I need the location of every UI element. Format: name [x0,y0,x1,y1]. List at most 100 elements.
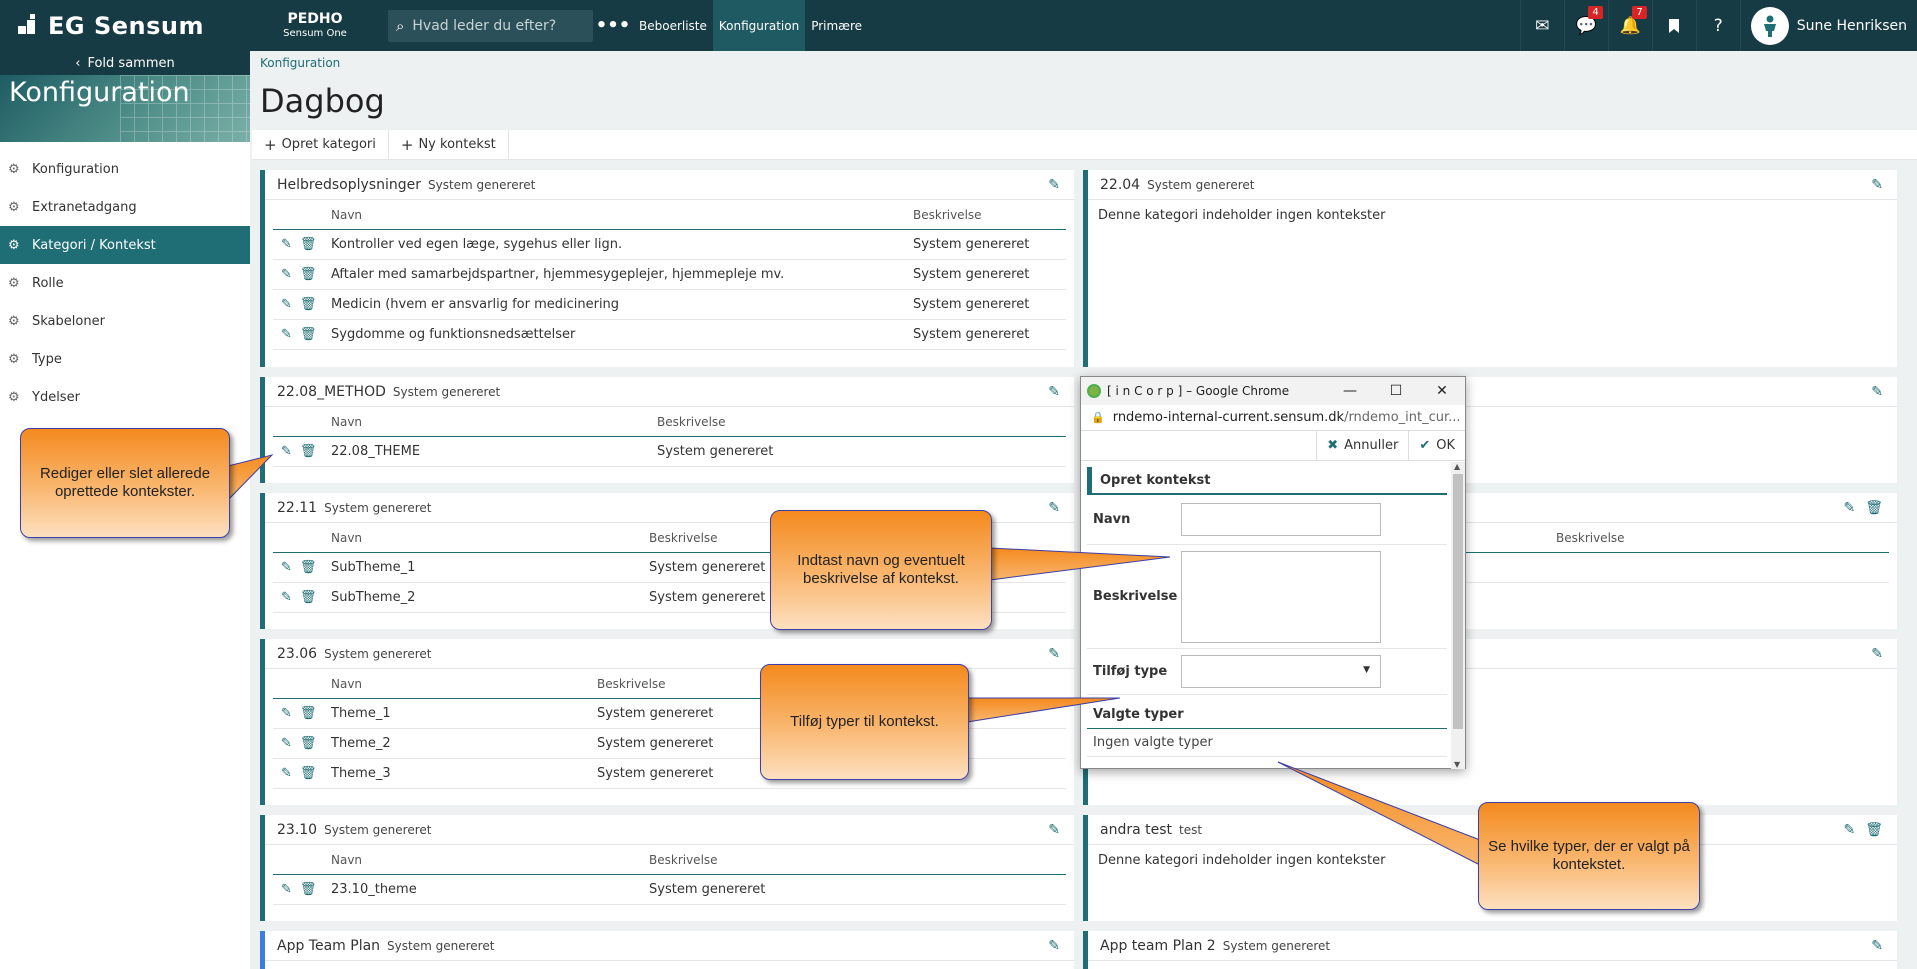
trash-icon[interactable]: 🗑 [300,706,317,721]
edit-pencil-icon[interactable]: ✎ [281,706,292,721]
trash-icon[interactable]: 🗑 [300,237,317,252]
context-name: Theme_1 [331,706,391,721]
trash-icon[interactable]: 🗑 [300,297,317,312]
edit-pencil-icon[interactable]: ✎ [281,267,292,282]
new-context-button[interactable]: + Ny kontekst [389,129,509,160]
edit-pencil-icon[interactable]: ✎ [281,444,292,459]
sidebar-item-label: Skabeloner [32,313,105,329]
edit-pencil-icon[interactable]: ✎ [1843,500,1855,516]
edit-pencil-icon[interactable]: ✎ [1048,938,1060,954]
scroll-down-icon[interactable]: ▼ [1454,760,1460,769]
user-name: Sune Henriksen [1796,17,1907,34]
trash-icon[interactable]: 🗑 [300,766,317,781]
table-row: ✎ 🗑 Kontroller ved egen læge, sygehus elle… [273,230,1066,260]
trash-icon[interactable]: 🗑 [300,590,317,605]
plus-icon: + [400,135,414,154]
bookmark-icon[interactable] [1651,0,1696,51]
col-header-desc: Beskrivelse [1556,530,1625,545]
user-menu[interactable]: Sune Henriksen [1739,0,1917,51]
popup-scrollbar[interactable]: ▲ ▼ [1451,462,1465,769]
context-desc: System genereret [913,237,1030,252]
help-icon[interactable]: ? [1695,0,1740,51]
mail-icon[interactable]: ✉ [1519,0,1564,51]
edit-pencil-icon[interactable]: ✎ [1048,646,1060,662]
edit-pencil-icon[interactable]: ✎ [1871,646,1883,662]
edit-pencil-icon[interactable]: ✎ [281,327,292,342]
context-desc: System genereret [597,766,714,781]
sidebar-item-label: Kategori / Kontekst [32,237,156,253]
trash-icon[interactable]: 🗑 [300,736,317,751]
col-header-name: Navn [331,852,363,867]
minimize-icon[interactable]: — [1327,383,1373,399]
toolbar: + Opret kategori + Ny kontekst [252,129,1917,160]
trash-icon[interactable]: 🗑 [300,267,317,282]
edit-pencil-icon[interactable]: ✎ [281,766,292,781]
logo[interactable]: EG Sensum [0,12,250,40]
logo-text: EG Sensum [48,11,204,40]
type-select[interactable]: ▼ [1181,655,1381,688]
category-title: Helbredsoplysninger [277,176,421,193]
edit-pencil-icon[interactable]: ✎ [281,297,292,312]
messages-icon[interactable]: 💬 4 [1563,0,1608,51]
edit-pencil-icon[interactable]: ✎ [281,882,292,897]
category-title: 23.06 [277,645,318,662]
edit-pencil-icon[interactable]: ✎ [281,736,292,751]
category-title: App team Plan 2 [1100,937,1216,954]
edit-pencil-icon[interactable]: ✎ [1048,822,1060,838]
scroll-up-icon[interactable]: ▲ [1454,462,1460,471]
sidebar-item-konfiguration[interactable]: ⚙ Konfiguration [0,150,250,188]
edit-pencil-icon[interactable]: ✎ [1871,177,1883,193]
description-field[interactable] [1181,550,1381,643]
bell-icon[interactable]: 🔔 7 [1607,0,1652,51]
sidebar-hero-title: Konfiguration [9,77,190,108]
breadcrumb[interactable]: Konfiguration [260,56,340,70]
gears-icon: ⚙ [8,275,20,291]
table-row: ✎ 🗑 23.10_theme System genereret [273,875,1066,905]
close-icon[interactable]: ✕ [1419,383,1465,399]
trash-icon[interactable]: 🗑 [300,560,317,575]
form-title: Opret kontekst [1087,467,1447,495]
table-row: ✎ 🗑 Sygdomme og funktionsnedsættelser Syste… [273,320,1066,350]
trash-icon[interactable]: 🗑 [1865,500,1883,516]
name-row: Navn [1087,495,1447,545]
popup-titlebar[interactable]: [ i n C o r p ] – Google Chrome — ☐ ✕ [1081,377,1465,405]
context-desc: System genereret [649,560,766,575]
more-menu-icon[interactable]: ••• [593,15,633,36]
edit-pencil-icon[interactable]: ✎ [1048,177,1060,193]
cancel-button[interactable]: ✖ Annuller [1316,430,1408,461]
col-header-name: Navn [331,414,363,429]
edit-pencil-icon[interactable]: ✎ [1048,500,1060,516]
sidebar-item-type[interactable]: ⚙ Type [0,340,250,378]
ok-button[interactable]: ✔ OK [1408,430,1465,461]
edit-pencil-icon[interactable]: ✎ [281,590,292,605]
fold-button[interactable]: ‹ Fold sammen [0,51,250,75]
sidebar-item-kategori-kontekst[interactable]: ⚙ Kategori / Kontekst [0,226,250,264]
nav-primaere[interactable]: Primære [805,0,868,51]
scroll-thumb[interactable] [1453,474,1463,729]
sidebar-item-rolle[interactable]: ⚙ Rolle [0,264,250,302]
org-switcher[interactable]: PEDHO Sensum One [250,11,380,40]
trash-icon[interactable]: 🗑 [1865,822,1883,838]
context-name: SubTheme_2 [331,590,416,605]
edit-pencil-icon[interactable]: ✎ [1048,384,1060,400]
edit-pencil-icon[interactable]: ✎ [1871,938,1883,954]
context-name: Theme_3 [331,766,391,781]
maximize-icon[interactable]: ☐ [1373,383,1419,399]
edit-pencil-icon[interactable]: ✎ [281,560,292,575]
sidebar-item-extranetadgang[interactable]: ⚙ Extranetadgang [0,188,250,226]
create-category-button[interactable]: + Opret kategori [252,129,389,160]
trash-icon[interactable]: 🗑 [300,327,317,342]
nav-konfiguration[interactable]: Konfiguration [712,0,806,51]
trash-icon[interactable]: 🗑 [300,882,317,897]
nav-beboerliste[interactable]: Beboerliste [633,0,713,51]
edit-pencil-icon[interactable]: ✎ [1871,384,1883,400]
chevron-left-icon: ‹ [75,55,81,71]
trash-icon[interactable]: 🗑 [300,444,317,459]
sidebar-item-skabeloner[interactable]: ⚙ Skabeloner [0,302,250,340]
sidebar-item-ydelser[interactable]: ⚙ Ydelser [0,378,250,416]
edit-pencil-icon[interactable]: ✎ [1843,822,1855,838]
edit-pencil-icon[interactable]: ✎ [281,237,292,252]
name-field[interactable] [1181,503,1381,536]
sidebar-item-label: Konfiguration [32,161,119,177]
search-input[interactable]: ⌕ Hvad leder du efter? [388,9,593,42]
